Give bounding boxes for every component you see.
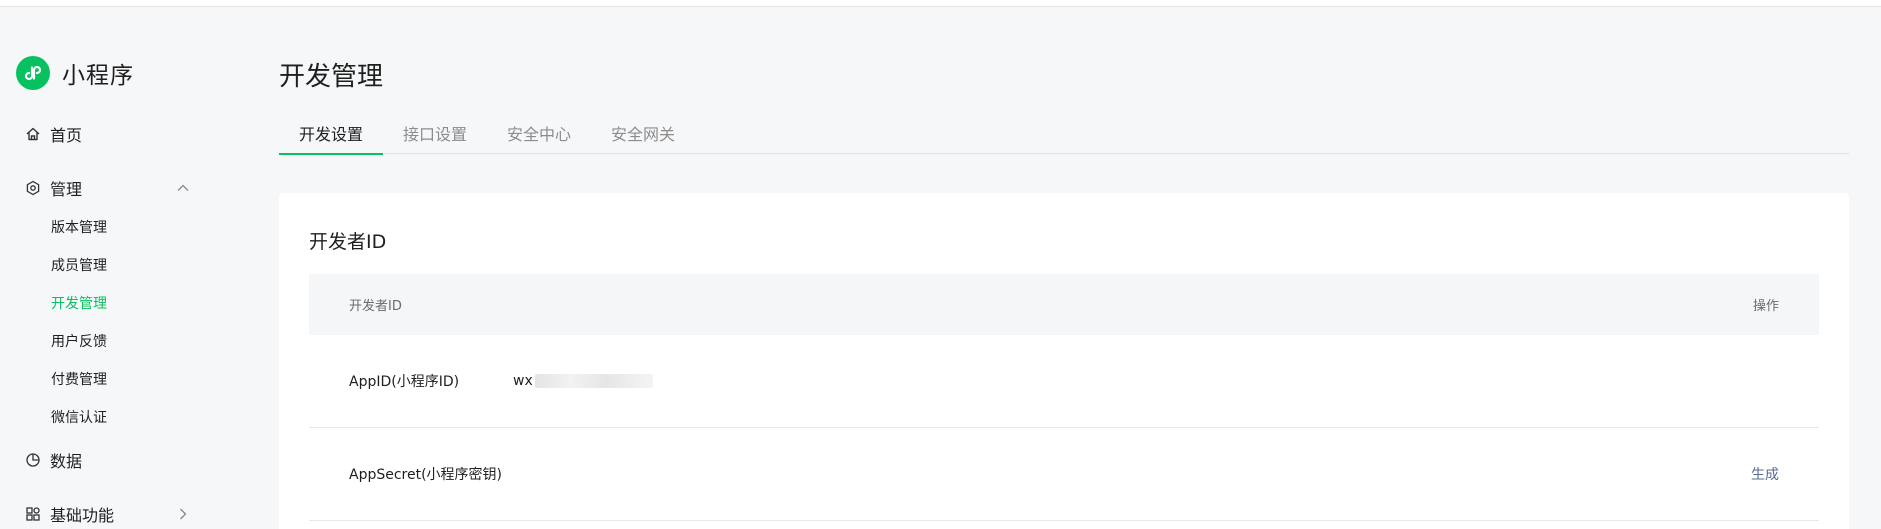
column-header-name: 开发者ID bbox=[349, 299, 402, 314]
column-header-action: 操作 bbox=[1752, 299, 1779, 314]
sidebar-subitem-payment[interactable]: 付费管理 bbox=[51, 370, 107, 390]
developer-id-table: 开发者ID 操作 AppID(小程序ID) wx AppSecret(小程序密钥… bbox=[309, 274, 1819, 521]
chevron-up-icon[interactable] bbox=[174, 179, 192, 197]
brand[interactable]: 小程序 bbox=[16, 56, 134, 90]
sidebar-subitem-version[interactable]: 版本管理 bbox=[51, 218, 107, 238]
appid-redacted-blur bbox=[534, 374, 653, 388]
sidebar-item-label: 基础功能 bbox=[50, 506, 115, 525]
tab-api-settings[interactable]: 接口设置 bbox=[383, 112, 487, 154]
tab-bar: 开发设置 接口设置 安全中心 安全网关 bbox=[279, 112, 1849, 155]
apps-grid-icon bbox=[24, 505, 42, 523]
appid-label: AppID(小程序ID) bbox=[349, 374, 460, 390]
settings-hexagon-icon bbox=[24, 179, 42, 197]
developer-id-card: 开发者ID 开发者ID 操作 AppID(小程序ID) wx AppSecret… bbox=[279, 193, 1849, 529]
sidebar-subitem-certification[interactable]: 微信认证 bbox=[51, 408, 107, 428]
appsecret-label: AppSecret(小程序密钥) bbox=[349, 467, 503, 483]
card-title: 开发者ID bbox=[309, 231, 387, 253]
sidebar-item-label: 管理 bbox=[50, 180, 83, 199]
pie-chart-icon bbox=[24, 451, 42, 469]
sidebar-subitem-development[interactable]: 开发管理 bbox=[51, 294, 107, 314]
home-icon bbox=[24, 125, 42, 143]
chevron-right-icon[interactable] bbox=[174, 505, 192, 523]
brand-name: 小程序 bbox=[62, 63, 134, 89]
sidebar-item-data[interactable]: 数据 bbox=[24, 447, 82, 473]
sidebar-subitem-feedback[interactable]: 用户反馈 bbox=[51, 332, 107, 352]
table-header: 开发者ID 操作 bbox=[309, 274, 1819, 335]
sidebar-item-home[interactable]: 首页 bbox=[24, 121, 82, 147]
table-row-appid: AppID(小程序ID) wx bbox=[309, 335, 1819, 428]
table-row-appsecret: AppSecret(小程序密钥) 生成 bbox=[309, 428, 1819, 521]
appid-value: wx bbox=[513, 373, 653, 389]
appid-value-prefix: wx bbox=[513, 373, 533, 389]
page-title: 开发管理 bbox=[279, 62, 384, 92]
sidebar-item-management[interactable]: 管理 bbox=[24, 175, 82, 201]
tab-security-gateway[interactable]: 安全网关 bbox=[591, 112, 695, 154]
tab-security-center[interactable]: 安全中心 bbox=[487, 112, 591, 154]
sidebar: 小程序 首页 管理 版本管理 成员管理 开发管理 用户反馈 付费管理 微信认证 … bbox=[0, 7, 235, 529]
sidebar-item-label: 首页 bbox=[50, 126, 83, 145]
top-bar bbox=[0, 0, 1881, 7]
tab-dev-settings[interactable]: 开发设置 bbox=[279, 112, 384, 155]
generate-secret-link[interactable]: 生成 bbox=[1751, 464, 1779, 484]
sidebar-item-basic-functions[interactable]: 基础功能 bbox=[24, 501, 114, 527]
sidebar-subitem-members[interactable]: 成员管理 bbox=[51, 256, 107, 276]
miniprogram-logo-icon bbox=[16, 56, 50, 90]
sidebar-item-label: 数据 bbox=[50, 452, 83, 471]
